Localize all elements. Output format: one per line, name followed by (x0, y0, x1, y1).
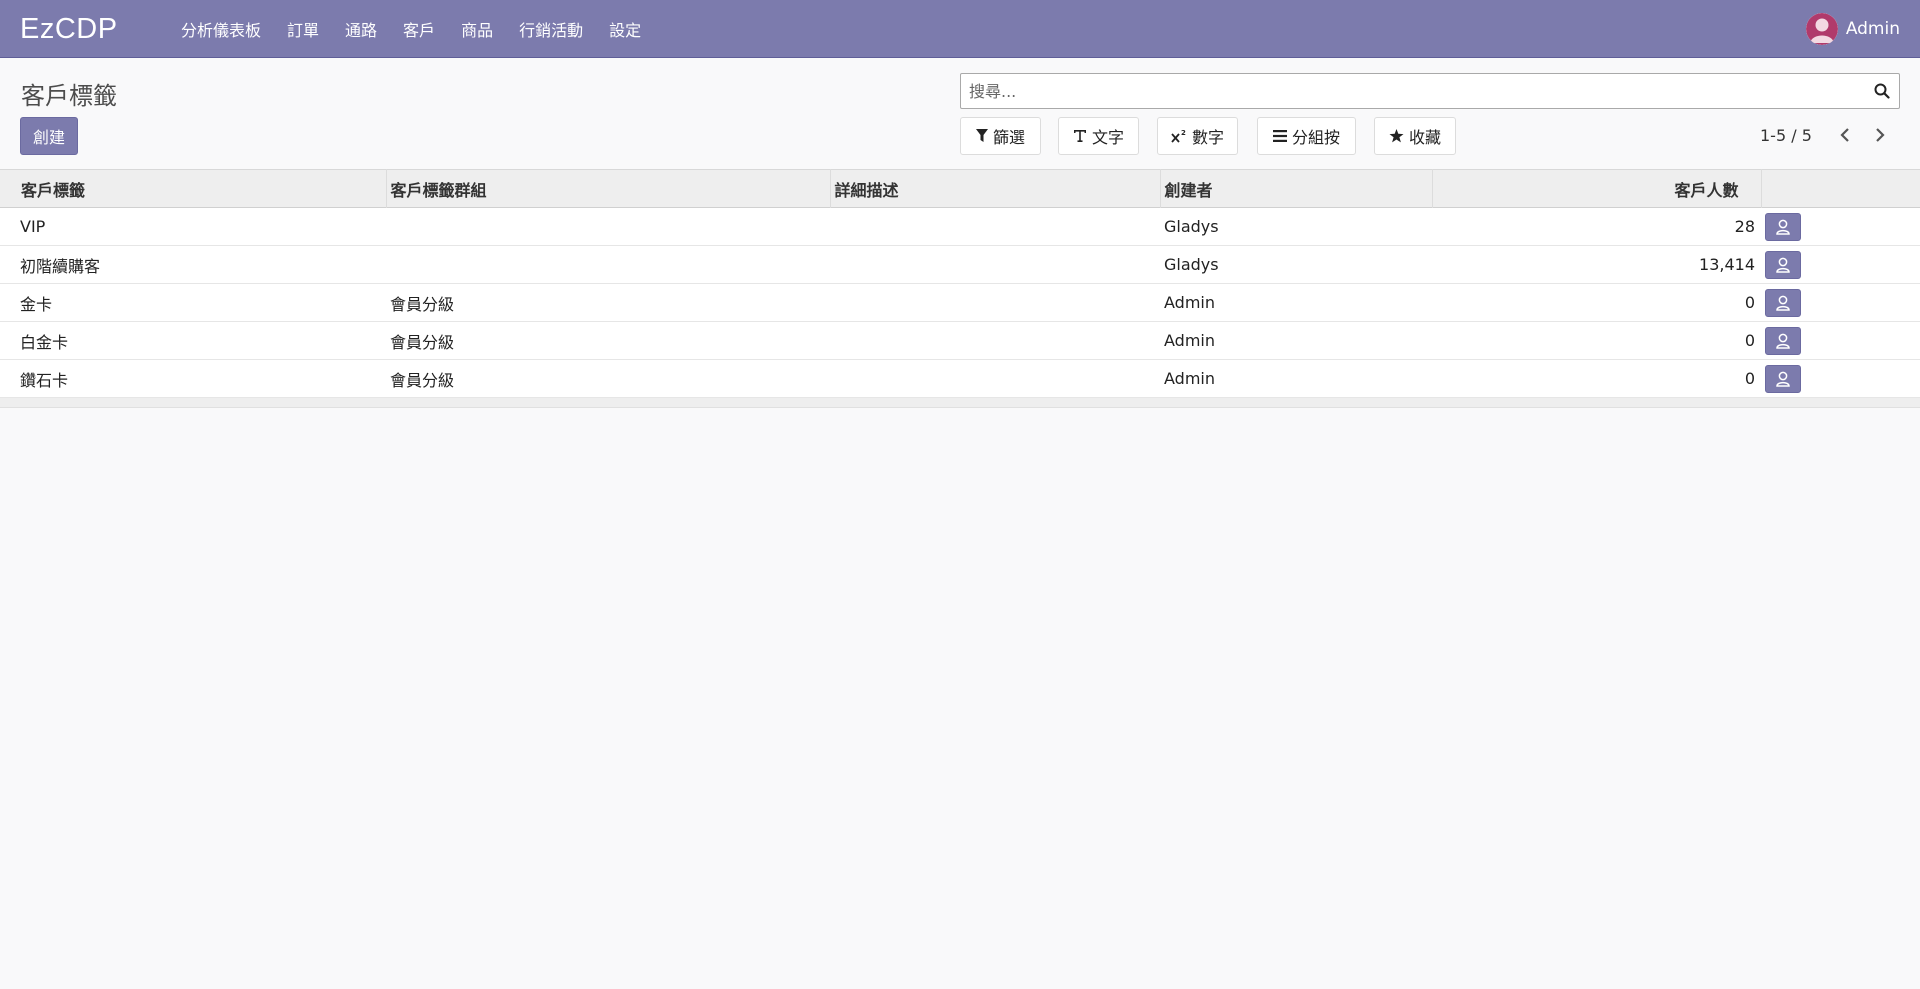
table-row[interactable]: 初階續購客 Gladys 13,414 (0, 245, 1920, 284)
user-icon (1776, 295, 1790, 311)
view-customers-button[interactable] (1765, 288, 1801, 317)
cell-customer-count: 0 (1744, 369, 1755, 388)
text-search-label: 文字 (1091, 128, 1124, 147)
favorites-label: 收藏 (1408, 128, 1441, 147)
menu-item-customers[interactable]: 客戶 (390, 0, 448, 58)
column-header-tag[interactable]: 客戶標籤 (0, 169, 387, 208)
main-menu: 分析儀表板 訂單 通路 客戶 商品 行銷活動 設定 (168, 0, 654, 58)
cell-group (386, 246, 830, 284)
user-name: Admin (1845, 19, 1900, 39)
number-search-button[interactable]: 2 數字 (1157, 117, 1238, 155)
table-header-row: 客戶標籤 客戶標籤群組 詳細描述 創建者 客戶人數 (0, 169, 1920, 208)
cell-creator: Admin (1164, 293, 1215, 312)
view-customers-button[interactable] (1765, 250, 1801, 279)
cell-group (386, 208, 830, 246)
cell-customer-count: 0 (1744, 293, 1755, 312)
cell-tag: 鑽石卡 (20, 370, 69, 390)
cell-description (830, 246, 1160, 284)
user-icon (1776, 333, 1790, 349)
cell-group: 會員分級 (390, 370, 455, 390)
cell-customer-count: 13,414 (1699, 255, 1755, 274)
cell-description (830, 322, 1160, 360)
column-header-group[interactable]: 客戶標籤群組 (386, 169, 831, 208)
view-customers-button[interactable] (1765, 326, 1801, 355)
cell-creator: Gladys (1164, 255, 1219, 274)
cell-action (1761, 322, 1920, 360)
customer-tags-table: 客戶標籤 客戶標籤群組 詳細描述 創建者 客戶人數 VIP Gladys 28 (0, 169, 1920, 398)
search-icon[interactable] (1865, 74, 1899, 108)
filter-button[interactable]: 篩選 (960, 117, 1041, 155)
cell-creator: Gladys (1164, 217, 1219, 236)
groupby-button[interactable]: 分組按 (1257, 117, 1356, 155)
cell-customer-count: 0 (1744, 331, 1755, 350)
cell-tag: 初階續購客 (20, 256, 101, 276)
user-icon (1776, 219, 1790, 235)
bars-icon (1272, 130, 1287, 142)
search-input[interactable] (961, 74, 1865, 108)
cell-creator: Admin (1164, 331, 1215, 350)
user-menu[interactable]: Admin (1805, 0, 1900, 58)
filter-label: 篩選 (992, 128, 1025, 147)
menu-item-dashboard[interactable]: 分析儀表板 (168, 0, 274, 58)
menu-item-products[interactable]: 商品 (448, 0, 506, 58)
brand-logo[interactable]: EzCDP (20, 0, 118, 58)
chevron-left-icon[interactable] (1833, 122, 1857, 148)
pager-value[interactable]: 1-5 / 5 (1760, 126, 1812, 145)
favorites-button[interactable]: 收藏 (1374, 117, 1456, 155)
cell-action (1761, 246, 1920, 284)
search-bar (960, 73, 1900, 109)
text-icon (1073, 129, 1087, 143)
table-row[interactable]: 白金卡 會員分級 Admin 0 (0, 321, 1920, 360)
cell-action (1761, 360, 1920, 398)
svg-text:2: 2 (1181, 129, 1186, 137)
user-icon (1776, 371, 1790, 387)
top-navbar: EzCDP 分析儀表板 訂單 通路 客戶 商品 行銷活動 設定 Admin (0, 0, 1920, 58)
cell-creator: Admin (1164, 369, 1215, 388)
column-header-action (1761, 169, 1920, 208)
user-icon (1776, 257, 1790, 273)
cell-action (1761, 284, 1920, 322)
table-row[interactable]: VIP Gladys 28 (0, 207, 1920, 246)
list-view: 客戶標籤 客戶標籤群組 詳細描述 創建者 客戶人數 VIP Gladys 28 (0, 169, 1920, 408)
table-row[interactable]: 金卡 會員分級 Admin 0 (0, 283, 1920, 322)
cell-group: 會員分級 (390, 332, 455, 352)
menu-item-channels[interactable]: 通路 (332, 0, 390, 58)
superscript-icon: 2 (1171, 129, 1187, 143)
cell-group: 會員分級 (390, 294, 455, 314)
column-header-creator[interactable]: 創建者 (1160, 169, 1433, 208)
column-header-customer-count[interactable]: 客戶人數 (1432, 169, 1762, 208)
table-row[interactable]: 鑽石卡 會員分級 Admin 0 (0, 359, 1920, 398)
star-icon (1389, 129, 1404, 143)
menu-item-settings[interactable]: 設定 (596, 0, 654, 58)
avatar (1805, 13, 1838, 45)
cell-action (1761, 208, 1920, 246)
chevron-right-icon[interactable] (1868, 122, 1892, 148)
filter-icon (975, 129, 988, 143)
cell-description (830, 360, 1160, 398)
table-footer (0, 398, 1920, 408)
view-customers-button[interactable] (1765, 212, 1801, 241)
cell-description (830, 208, 1160, 246)
page-title: 客戶標籤 (21, 82, 117, 110)
create-button[interactable]: 創建 (20, 117, 78, 155)
column-header-description[interactable]: 詳細描述 (830, 169, 1161, 208)
view-customers-button[interactable] (1765, 364, 1801, 393)
cell-customer-count: 28 (1734, 217, 1755, 236)
menu-item-campaigns[interactable]: 行銷活動 (506, 0, 596, 58)
menu-item-orders[interactable]: 訂單 (274, 0, 332, 58)
cell-tag: 白金卡 (20, 332, 69, 352)
number-search-label: 數字 (1191, 128, 1224, 147)
cell-tag: VIP (20, 217, 46, 236)
text-search-button[interactable]: 文字 (1058, 117, 1139, 155)
groupby-label: 分組按 (1291, 128, 1340, 147)
cell-description (830, 284, 1160, 322)
cell-tag: 金卡 (20, 294, 53, 314)
